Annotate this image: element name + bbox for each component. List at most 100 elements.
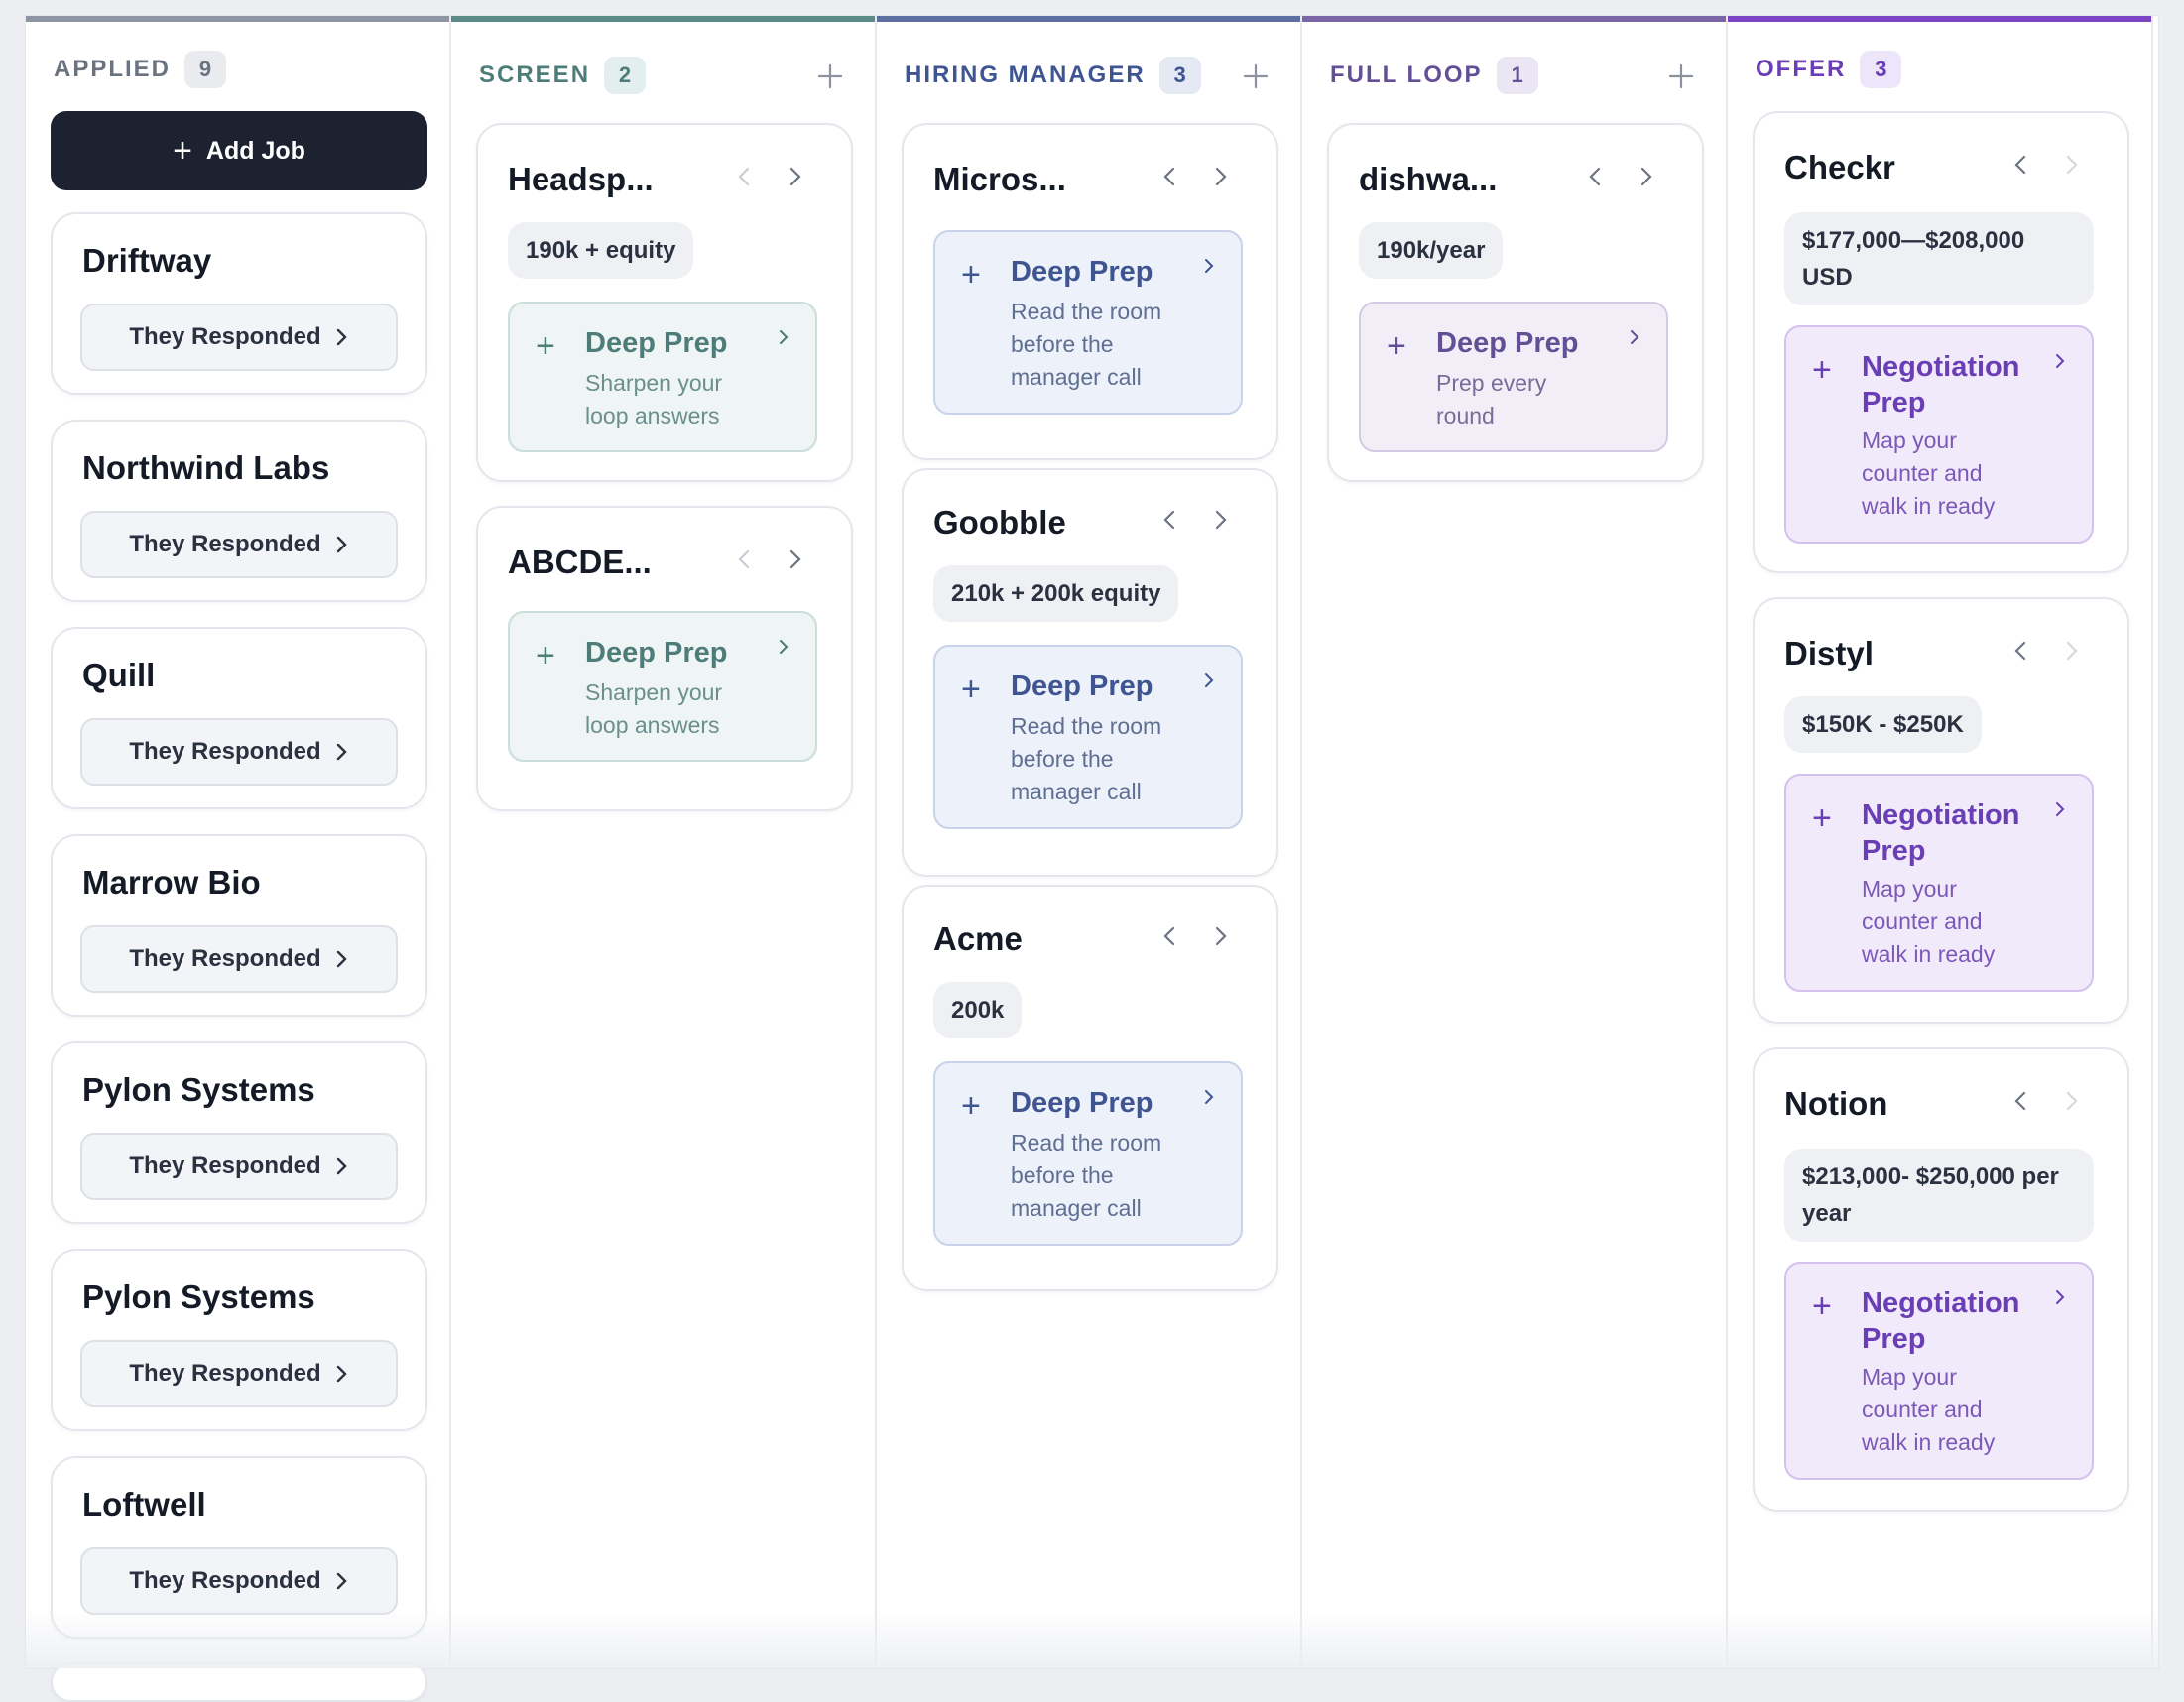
chevron-right-icon[interactable]	[2056, 1085, 2088, 1117]
status-button[interactable]: They Responded	[80, 925, 398, 993]
plus-icon: +	[961, 256, 981, 294]
company-name: Marrow Bio	[82, 864, 261, 901]
chevron-right-icon	[1203, 1087, 1215, 1107]
add-card-icon[interactable]	[815, 61, 845, 91]
chevron-left-icon[interactable]	[1153, 161, 1185, 192]
chevron-right-icon	[2054, 351, 2066, 371]
job-card[interactable]: dishwa... 190k/year + Deep Prep Prep eve…	[1327, 123, 1704, 482]
plus-icon: +	[1387, 327, 1406, 365]
negotiation-prep-button[interactable]: + Negotiation Prep Map your counter and …	[1784, 325, 2094, 544]
chevron-left-icon[interactable]	[2004, 149, 2036, 181]
chevron-right-icon	[335, 1571, 349, 1591]
chevron-right-icon[interactable]	[1205, 161, 1237, 192]
chevron-left-icon[interactable]	[2004, 635, 2036, 667]
job-card[interactable]: Pylon Systems They Responded	[51, 1249, 427, 1431]
add-card-icon[interactable]	[1241, 61, 1271, 91]
card-nav	[2004, 635, 2088, 667]
deep-prep-button[interactable]: + Deep Prep Read the room before the man…	[933, 230, 1243, 415]
negotiation-prep-button[interactable]: + Negotiation Prep Map your counter and …	[1784, 774, 2094, 992]
status-button[interactable]: They Responded	[80, 1340, 398, 1407]
chevron-left-icon[interactable]	[1153, 504, 1185, 536]
prep-title-line: Negotiation	[1862, 1287, 2020, 1319]
prep-subtitle-line: Map your	[1862, 427, 1957, 453]
add-job-button[interactable]: + Add Job	[51, 111, 427, 190]
column-title: FULL LOOP	[1330, 61, 1483, 88]
chevron-right-icon[interactable]	[2056, 635, 2088, 667]
chevron-right-icon[interactable]	[2056, 149, 2088, 181]
negotiation-prep-button[interactable]: + Negotiation Prep Map your counter and …	[1784, 1262, 2094, 1480]
compensation-line: year	[1802, 1200, 1852, 1227]
status-button[interactable]: They Responded	[80, 304, 398, 371]
job-card[interactable]: Goobble 210k + 200k equity + Deep Prep R…	[902, 468, 1278, 877]
add-job-label: Add Job	[205, 136, 305, 165]
column-title: APPLIED	[54, 56, 172, 82]
status-button[interactable]: They Responded	[80, 1133, 398, 1200]
prep-subtitle-line: loop answers	[585, 403, 720, 428]
prep-subtitle-line: counter and	[1862, 909, 1983, 934]
job-card[interactable]: Northwind Labs They Responded	[51, 420, 427, 602]
column-screen: SCREEN 2 Headsp... 190k + equity + Deep …	[451, 16, 877, 1668]
deep-prep-button[interactable]: + Deep Prep Read the room before the man…	[933, 645, 1243, 829]
prep-subtitle-line: Prep every	[1436, 370, 1547, 396]
compensation-pill: $150K - $250K	[1784, 696, 1982, 753]
company-name: Quill	[82, 657, 156, 693]
job-card[interactable]: Headsp... 190k + equity + Deep Prep Shar…	[476, 123, 853, 482]
status-label: They Responded	[129, 1360, 321, 1387]
chevron-right-icon[interactable]	[1631, 161, 1662, 192]
prep-title: Deep Prep	[1436, 327, 1579, 359]
prep-title: Negotiation Prep	[1862, 349, 2020, 421]
company-name: Driftway	[82, 242, 212, 279]
company-name: Acme	[933, 920, 1023, 957]
column-header: FULL LOOP 1	[1302, 54, 1726, 97]
plus-icon: +	[173, 132, 192, 170]
column-accent-bar	[877, 16, 1300, 22]
chevron-left-icon[interactable]	[1579, 161, 1611, 192]
job-card[interactable]: Marrow Bio They Responded	[51, 834, 427, 1017]
chevron-right-icon[interactable]	[1205, 920, 1237, 952]
job-card[interactable]: ABCDE... + Deep Prep Sharpen your loop a…	[476, 506, 853, 811]
chevron-right-icon[interactable]	[780, 161, 811, 192]
job-card[interactable]: Quill They Responded	[51, 627, 427, 809]
prep-title: Negotiation Prep	[1862, 1285, 2020, 1357]
job-card[interactable]: Distyl $150K - $250K + Negotiation Prep …	[1753, 597, 2129, 1024]
job-card[interactable]: Notion $213,000- $250,000 per year + Neg…	[1753, 1047, 2129, 1512]
status-label: They Responded	[129, 531, 321, 557]
deep-prep-button[interactable]: + Deep Prep Read the room before the man…	[933, 1061, 1243, 1246]
chevron-left-icon[interactable]	[728, 161, 760, 192]
chevron-right-icon	[335, 1156, 349, 1176]
add-card-icon[interactable]	[1666, 61, 1696, 91]
card-nav	[2004, 1085, 2088, 1117]
job-card[interactable]: Pylon Systems They Responded	[51, 1041, 427, 1224]
deep-prep-button[interactable]: + Deep Prep Sharpen your loop answers	[508, 302, 817, 452]
prep-subtitle-line: Read the room	[1011, 1130, 1162, 1155]
chevron-left-icon[interactable]	[1153, 920, 1185, 952]
deep-prep-button[interactable]: + Deep Prep Prep every round	[1359, 302, 1668, 452]
prep-subtitle-line: before the	[1011, 746, 1114, 772]
status-button[interactable]: They Responded	[80, 1547, 398, 1615]
compensation-pill: $213,000- $250,000 per year	[1784, 1149, 2094, 1242]
job-card[interactable]: Checkr $177,000—$208,000 USD + Negotiati…	[1753, 111, 2129, 573]
prep-title: Deep Prep	[1011, 256, 1153, 288]
status-button[interactable]: They Responded	[80, 718, 398, 786]
job-card[interactable]: Micros... + Deep Prep Read the room befo…	[902, 123, 1278, 460]
chevron-right-icon[interactable]	[780, 544, 811, 575]
prep-title: Negotiation Prep	[1862, 797, 2020, 869]
column-hiring-manager: HIRING MANAGER 3 Micros... + Deep Prep R…	[877, 16, 1302, 1668]
job-card[interactable]: Loftwell They Responded	[51, 1456, 427, 1639]
chevron-left-icon[interactable]	[728, 544, 760, 575]
deep-prep-button[interactable]: + Deep Prep Sharpen your loop answers	[508, 611, 817, 762]
company-name: Pylon Systems	[82, 1278, 315, 1315]
status-button[interactable]: They Responded	[80, 511, 398, 578]
job-card[interactable]	[51, 1662, 427, 1702]
column-title: HIRING MANAGER	[905, 61, 1146, 88]
prep-subtitle-line: manager call	[1011, 364, 1142, 390]
job-card[interactable]: Driftway They Responded	[51, 212, 427, 395]
column-count-badge: 1	[1496, 57, 1538, 94]
chevron-left-icon[interactable]	[2004, 1085, 2036, 1117]
chevron-right-icon	[335, 949, 349, 969]
job-card[interactable]: Acme 200k + Deep Prep Read the room befo…	[902, 885, 1278, 1291]
chevron-right-icon	[778, 637, 789, 657]
column-full-loop: FULL LOOP 1 dishwa... 190k/year + Deep P…	[1302, 16, 1728, 1668]
chevron-right-icon[interactable]	[1205, 504, 1237, 536]
prep-subtitle-line: Map your	[1862, 1364, 1957, 1390]
